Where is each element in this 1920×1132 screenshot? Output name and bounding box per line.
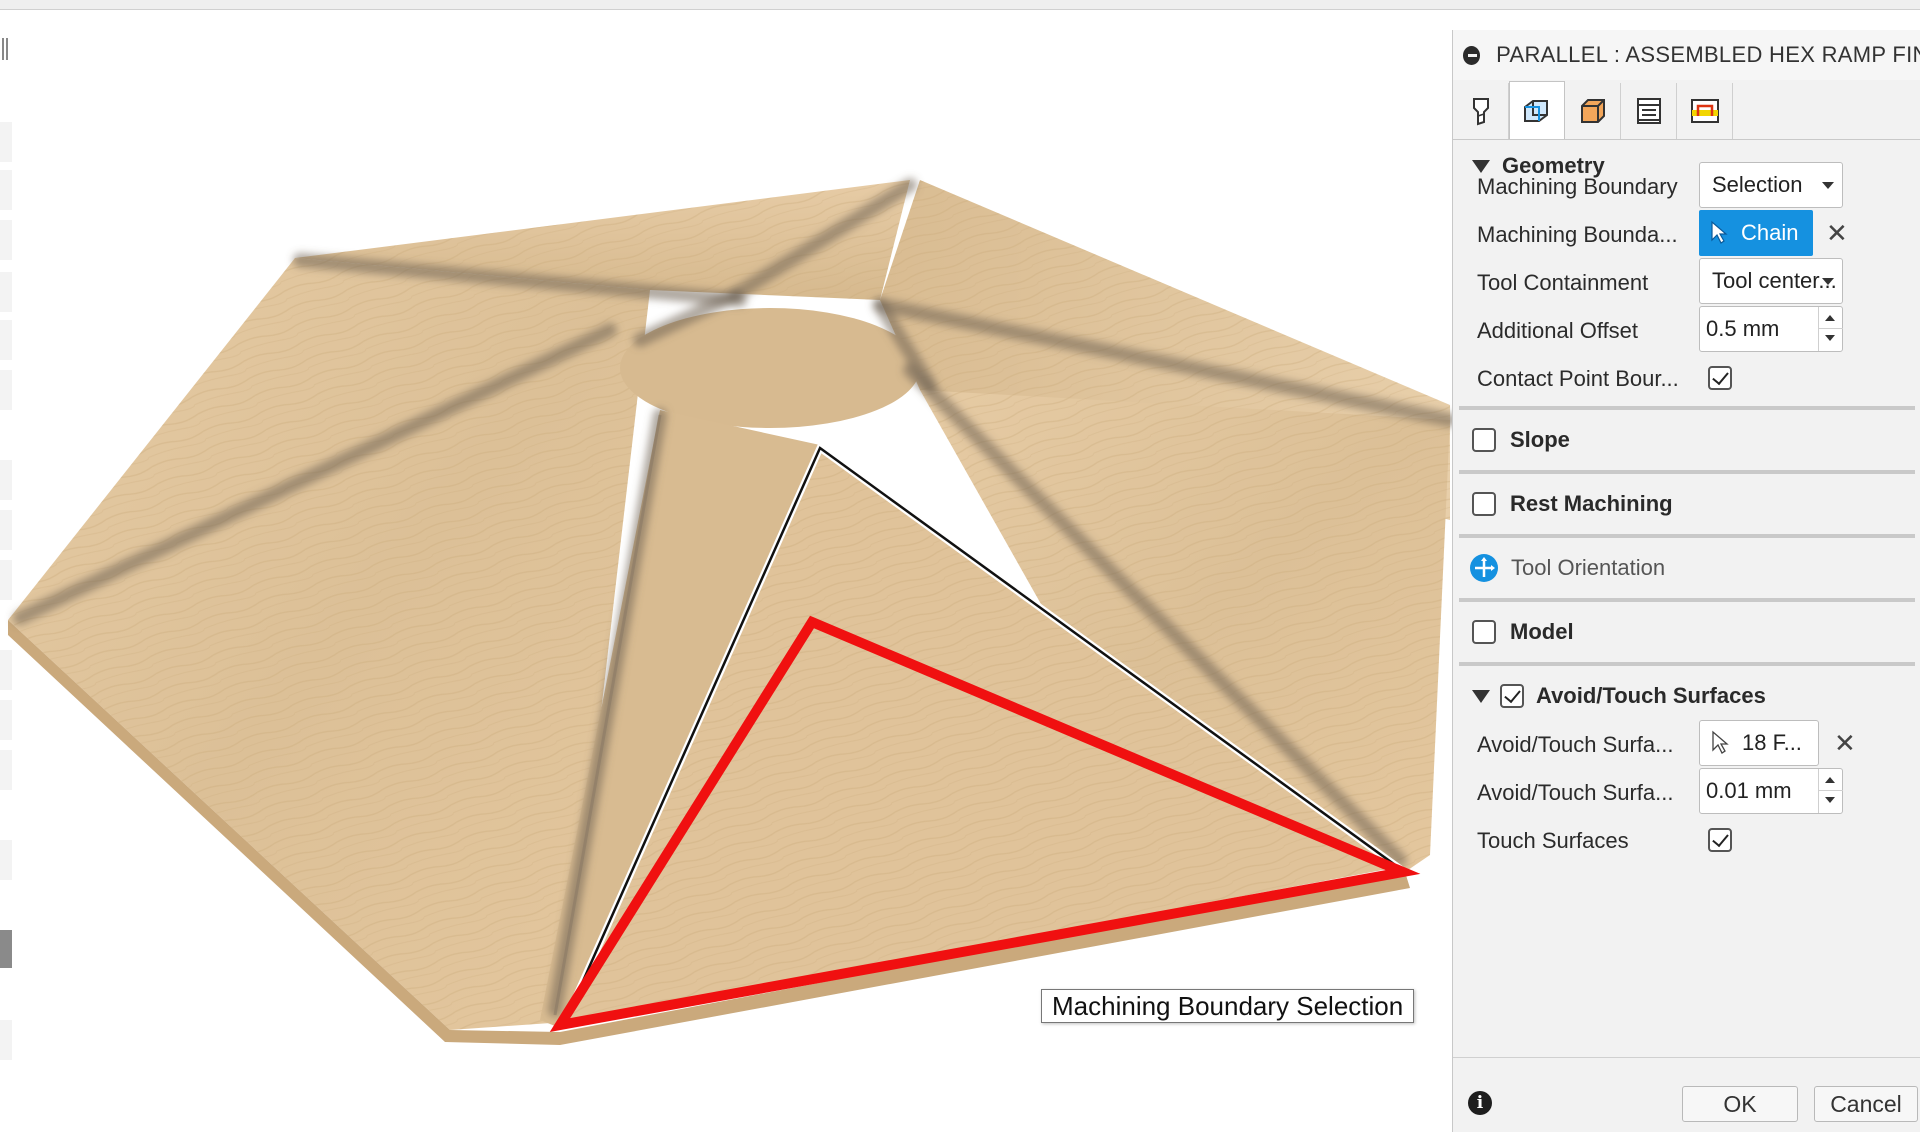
surfaces-select-button[interactable]: 18 F...	[1699, 720, 1819, 766]
hex-ramp-model[interactable]	[8, 178, 1452, 1045]
additional-offset-label: Additional Offset	[1477, 318, 1639, 343]
touch-surfaces-checkbox[interactable]	[1708, 828, 1732, 852]
input-value: 0.01 mm	[1706, 778, 1792, 803]
section-title: Rest Machining	[1510, 491, 1673, 516]
clear-selection-icon[interactable]: ✕	[1826, 218, 1848, 248]
tool-containment-label: Tool Containment	[1477, 270, 1649, 295]
section-rest-machining[interactable]: Rest Machining	[1453, 474, 1920, 534]
tab-geometry[interactable]	[1509, 81, 1565, 139]
offset-stepper[interactable]	[1818, 307, 1843, 351]
expand-icon[interactable]	[1472, 689, 1490, 703]
info-icon[interactable]: i	[1468, 1091, 1492, 1115]
contact-point-checkbox[interactable]	[1708, 366, 1732, 390]
collapse-icon[interactable]	[1463, 45, 1481, 65]
tool-containment-row: Tool Containment Tool center...	[1453, 258, 1920, 306]
cursor-icon	[1711, 220, 1728, 244]
touch-surfaces-row: Touch Surfaces	[1453, 816, 1920, 864]
tool-orientation-icon	[1470, 554, 1498, 582]
boundary-selection-label: Machining Bounda...	[1477, 222, 1678, 247]
section-title: Model	[1510, 619, 1574, 644]
machining-boundary-row: Machining Boundary Selection	[1453, 162, 1920, 210]
surfaces-count: 18 F...	[1742, 730, 1802, 755]
avoid-touch-offset-row: Avoid/Touch Surfa... 0.01 mm	[1453, 768, 1920, 816]
dropdown-value: Tool center...	[1712, 268, 1837, 293]
slope-checkbox[interactable]	[1472, 428, 1496, 452]
tab-heights[interactable]	[1565, 83, 1621, 139]
dialog-title: PARALLEL : ASSEMBLED HEX RAMP FINISH	[1496, 42, 1920, 67]
avoid-touch-surfaces-label: Avoid/Touch Surfa...	[1477, 732, 1674, 757]
3d-viewport[interactable]: Machining Boundary Selection	[0, 10, 1452, 1132]
input-value: 0.5 mm	[1706, 316, 1780, 341]
ok-button[interactable]: OK	[1682, 1086, 1798, 1122]
operation-dialog: PARALLEL : ASSEMBLED HEX RAMP FINISH Geo…	[1452, 30, 1920, 1132]
tab-tool[interactable]	[1453, 83, 1509, 139]
cancel-button[interactable]: Cancel	[1814, 1086, 1918, 1122]
avoid-touch-checkbox[interactable]	[1500, 684, 1524, 708]
chain-button-label: Chain	[1741, 220, 1799, 245]
avoid-touch-offset-label: Avoid/Touch Surfa...	[1477, 780, 1674, 805]
tool-icon	[1472, 98, 1489, 126]
offset-stepper[interactable]	[1818, 769, 1843, 813]
section-title: Slope	[1510, 427, 1570, 452]
top-toolbar-strip	[0, 0, 1920, 10]
rest-machining-checkbox[interactable]	[1472, 492, 1496, 516]
contact-point-row: Contact Point Bour...	[1453, 354, 1920, 402]
passes-icon	[1636, 98, 1661, 124]
tab-passes[interactable]	[1621, 83, 1677, 139]
dialog-tabs	[1453, 81, 1920, 140]
section-avoid-touch[interactable]: Avoid/Touch Surfaces	[1453, 666, 1920, 726]
heights-icon	[1580, 99, 1605, 123]
section-model[interactable]: Model	[1453, 602, 1920, 662]
section-title: Avoid/Touch Surfaces	[1536, 683, 1766, 708]
boundary-selection-row: Machining Bounda... Chain ✕	[1453, 210, 1920, 258]
section-slope[interactable]: Slope	[1453, 410, 1920, 470]
avoid-touch-surfaces-row: Avoid/Touch Surfa... 18 F... ✕	[1453, 720, 1920, 768]
tool-containment-dropdown[interactable]: Tool center...	[1699, 258, 1843, 304]
additional-offset-row: Additional Offset 0.5 mm	[1453, 306, 1920, 354]
linking-icon	[1690, 99, 1719, 123]
cursor-icon	[1712, 730, 1729, 754]
machining-boundary-dropdown[interactable]: Selection	[1699, 162, 1843, 208]
dialog-title-bar[interactable]: PARALLEL : ASSEMBLED HEX RAMP FINISH	[1453, 30, 1920, 80]
model-canvas[interactable]	[0, 10, 1452, 1132]
model-checkbox[interactable]	[1472, 620, 1496, 644]
contact-point-label: Contact Point Bour...	[1477, 366, 1679, 391]
dropdown-value: Selection	[1712, 172, 1803, 197]
avoid-touch-offset-input[interactable]: 0.01 mm	[1699, 768, 1843, 814]
clear-surfaces-icon[interactable]: ✕	[1834, 728, 1856, 758]
section-tool-orientation[interactable]: Tool Orientation	[1453, 538, 1920, 598]
selection-tooltip: Machining Boundary Selection	[1041, 989, 1415, 1023]
geometry-icon	[1524, 99, 1548, 122]
additional-offset-input[interactable]: 0.5 mm	[1699, 306, 1843, 352]
section-title: Tool Orientation	[1511, 555, 1666, 580]
chain-select-button[interactable]: Chain	[1699, 210, 1813, 256]
machining-boundary-label: Machining Boundary	[1477, 174, 1678, 199]
tab-linking[interactable]	[1677, 83, 1733, 139]
touch-surfaces-label: Touch Surfaces	[1477, 828, 1629, 853]
dialog-footer: i OK Cancel	[1453, 1057, 1920, 1132]
